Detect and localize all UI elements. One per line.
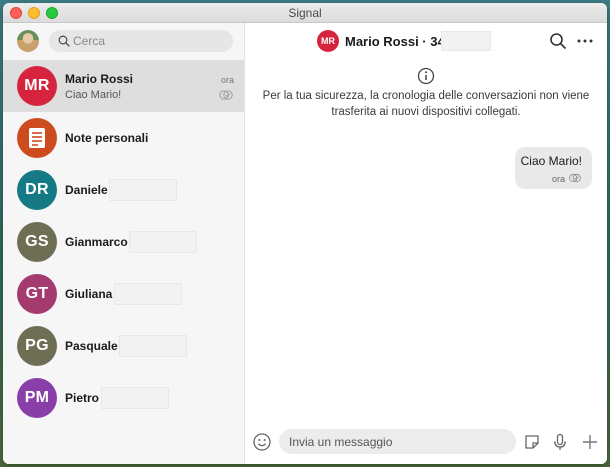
double-check-icon — [219, 90, 233, 100]
redacted-surname — [119, 335, 187, 357]
conversation-name: Giuliana — [65, 287, 113, 301]
redacted-surname — [129, 231, 197, 253]
conversation-name: Gianmarco — [65, 235, 128, 249]
message-time: ora — [551, 174, 565, 184]
avatar: GS — [17, 222, 57, 262]
conversation-pane: MR Mario Rossi · 345 Per la tua sicurezz… — [245, 23, 607, 464]
conversation-name: Mario Rossi — [65, 72, 134, 86]
conversation-item-mario-rossi[interactable]: MR Mario Rossi Ciao Mario! ora — [3, 60, 244, 112]
avatar: PG — [17, 326, 57, 366]
avatar — [17, 118, 57, 158]
app-window: Signal MR Mario Rossi Ciao Mario! ora — [3, 3, 607, 464]
search-box[interactable] — [49, 30, 233, 52]
emoji-icon[interactable] — [252, 432, 272, 452]
conversation-name: Pasquale — [65, 339, 118, 353]
message-text: Ciao Mario! — [520, 154, 582, 168]
search-icon — [58, 35, 70, 47]
message-composer — [245, 420, 607, 464]
redacted-surname — [101, 387, 169, 409]
conversation-name: Note personali — [65, 131, 149, 145]
conversation-snippet: Ciao Mario! — [65, 89, 122, 101]
search-icon[interactable] — [549, 32, 567, 50]
avatar: GT — [17, 274, 57, 314]
search-input[interactable] — [73, 30, 223, 52]
my-profile-avatar[interactable] — [17, 30, 39, 52]
avatar: DR — [17, 170, 57, 210]
outgoing-message-bubble[interactable]: Ciao Mario! ora — [515, 147, 592, 189]
redacted-surname — [109, 179, 177, 201]
security-notice: Per la tua sicurezza, la cronologia dell… — [262, 90, 590, 118]
redacted-surname — [114, 283, 182, 305]
conversation-name: Daniele — [65, 183, 108, 197]
plus-icon[interactable] — [580, 432, 600, 452]
contact-name[interactable]: Mario Rossi · 345 — [345, 34, 452, 49]
window-title: Signal — [288, 6, 322, 20]
conversation-name: Pietro — [65, 391, 100, 405]
conversation-item-daniele[interactable]: DR Daniele — [3, 164, 244, 216]
more-icon[interactable] — [576, 32, 594, 50]
conversation-item-pasquale[interactable]: PG Pasquale — [3, 320, 244, 372]
contact-avatar[interactable]: MR — [317, 30, 339, 52]
conversation-time: ora — [220, 75, 234, 85]
title-bar: Signal — [3, 3, 607, 23]
conversation-item-giuliana[interactable]: GT Giuliana — [3, 268, 244, 320]
note-icon — [29, 128, 45, 148]
info-icon — [417, 67, 435, 85]
sticker-icon[interactable] — [522, 432, 542, 452]
microphone-icon[interactable] — [550, 432, 570, 452]
message-input[interactable] — [279, 429, 516, 454]
conversation-item-note-personali[interactable]: Note personali — [3, 112, 244, 164]
double-check-icon — [569, 173, 581, 183]
conversation-item-gianmarco[interactable]: GS Gianmarco — [3, 216, 244, 268]
conversation-item-pietro[interactable]: PM Pietro — [3, 372, 244, 424]
sidebar-header — [3, 23, 244, 60]
conversation-header: MR Mario Rossi · 345 — [245, 23, 607, 60]
avatar: PM — [17, 378, 57, 418]
sidebar: MR Mario Rossi Ciao Mario! ora Note p — [3, 23, 245, 464]
avatar: MR — [17, 66, 57, 106]
redacted-phone-number — [441, 31, 491, 51]
